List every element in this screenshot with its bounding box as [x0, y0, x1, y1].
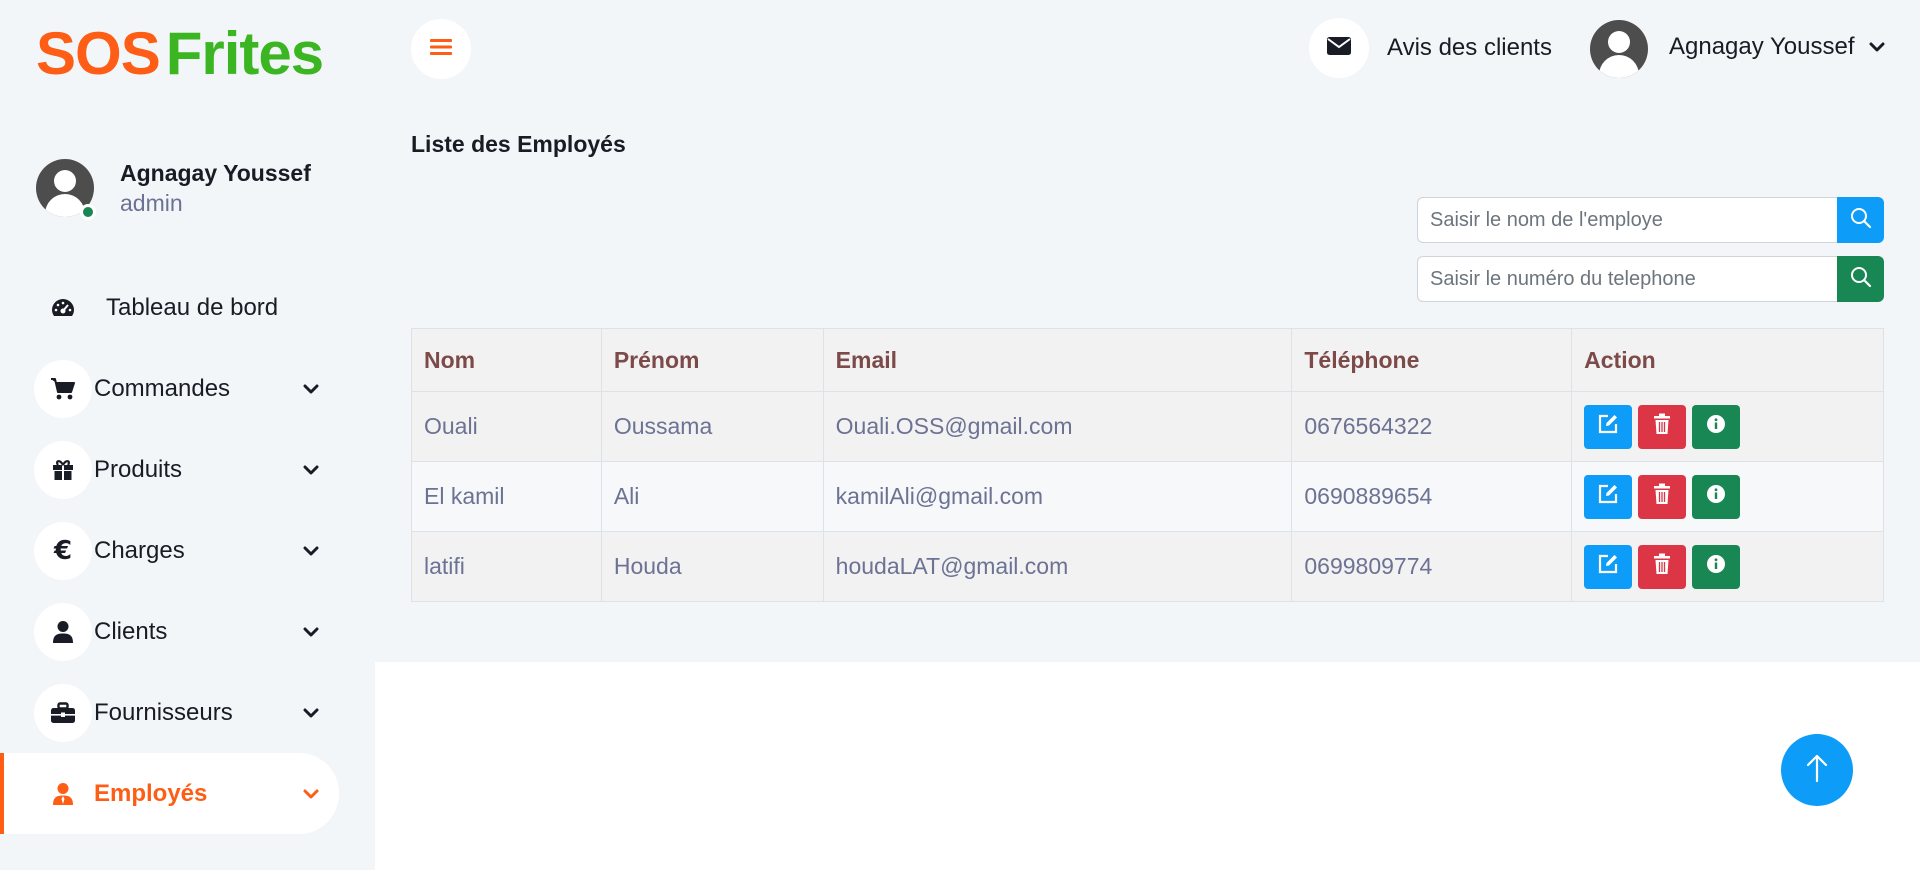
user-menu-name[interactable]: Agnagay Youssef: [1669, 33, 1855, 61]
trash-icon: [1653, 483, 1671, 511]
table-row: latifi Houda houdaLAT@gmail.com 06998097…: [411, 531, 1884, 602]
messages-button[interactable]: [1309, 18, 1369, 78]
cell-prenom: Oussama: [600, 391, 824, 462]
dashboard-icon: [34, 279, 92, 337]
phone-search-input[interactable]: [1417, 256, 1838, 302]
sidebar-item-label: Commandes: [94, 374, 231, 402]
chevron-down-icon: [303, 381, 319, 397]
column-header-action: Action: [1571, 328, 1884, 392]
sidebar-item-label: Employés: [94, 779, 208, 807]
profile-name: Agnagay Youssef: [120, 160, 311, 186]
gift-icon: [34, 440, 92, 499]
envelope-icon: [1326, 36, 1352, 61]
cell-telephone: 0676564322: [1291, 391, 1573, 462]
cell-telephone: 0699809774: [1291, 531, 1573, 602]
column-header-prenom: Prénom: [600, 328, 824, 392]
name-search-group: [1417, 197, 1884, 243]
cell-email: Ouali.OSS@gmail.com: [822, 391, 1293, 462]
info-button[interactable]: [1692, 404, 1741, 449]
chevron-down-icon: [303, 705, 319, 721]
cell-actions: [1571, 531, 1884, 602]
sidebar-item-employes[interactable]: Employés: [0, 753, 339, 834]
name-search-button[interactable]: [1837, 197, 1884, 243]
table-row: El kamil Ali kamilAli@gmail.com 06908896…: [411, 461, 1884, 532]
euro-icon: €: [34, 521, 92, 580]
chevron-down-icon: [303, 543, 319, 559]
briefcase-icon: [34, 683, 92, 742]
search-icon: [1850, 207, 1872, 234]
edit-icon: [1597, 553, 1619, 581]
avatar[interactable]: [1590, 20, 1648, 78]
chevron-down-icon[interactable]: [1869, 40, 1885, 56]
brand-part-1: SOS: [36, 20, 161, 87]
cell-email: houdaLAT@gmail.com: [822, 531, 1293, 602]
trash-icon: [1653, 413, 1671, 441]
sidebar-item-label: Clients: [94, 617, 168, 645]
sidebar-item-label: Fournisseurs: [94, 698, 233, 726]
sidebar: SOS Frites Agnagay Youssef admin Tableau …: [0, 0, 375, 870]
cart-icon: [34, 359, 92, 418]
edit-icon: [1597, 413, 1619, 441]
user-icon: [34, 602, 92, 661]
client-reviews-link[interactable]: Avis des clients: [1387, 34, 1552, 62]
info-button[interactable]: [1692, 544, 1741, 589]
delete-button[interactable]: [1638, 474, 1687, 519]
sidebar-item-tableau-de-bord[interactable]: Tableau de bord: [0, 267, 375, 348]
edit-button[interactable]: [1584, 404, 1633, 449]
edit-button[interactable]: [1584, 474, 1633, 519]
sidebar-toggle-button[interactable]: [411, 19, 471, 79]
phone-search-group: [1417, 256, 1884, 302]
sidebar-item-label: Tableau de bord: [106, 293, 279, 321]
table-header-row: Nom Prénom Email Téléphone Action: [411, 328, 1884, 392]
cell-email: kamilAli@gmail.com: [822, 461, 1293, 532]
cell-prenom: Ali: [600, 461, 824, 532]
table-row: Ouali Oussama Ouali.OSS@gmail.com 067656…: [411, 391, 1884, 462]
profile-role: admin: [120, 190, 183, 216]
edit-icon: [1597, 483, 1619, 511]
sidebar-item-commandes[interactable]: Commandes: [0, 348, 375, 429]
sidebar-profile: Agnagay Youssef admin: [36, 156, 356, 220]
cell-actions: [1571, 391, 1884, 462]
chevron-down-icon: [303, 462, 319, 478]
employees-table: Nom Prénom Email Téléphone Action Ouali …: [411, 328, 1884, 602]
employee-name-search-input[interactable]: [1417, 197, 1838, 243]
info-button[interactable]: [1692, 474, 1741, 519]
chevron-down-icon: [303, 624, 319, 640]
column-header-nom: Nom: [411, 328, 602, 392]
brand-part-2: Frites: [165, 20, 324, 87]
phone-search-button[interactable]: [1837, 256, 1884, 302]
sidebar-item-charges[interactable]: € Charges: [0, 510, 375, 591]
sidebar-item-clients[interactable]: Clients: [0, 591, 375, 672]
arrow-up-icon: [1804, 753, 1830, 788]
info-icon: [1706, 553, 1726, 580]
search-icon: [1850, 266, 1872, 293]
sidebar-item-label: Produits: [94, 455, 183, 483]
cell-nom: El kamil: [411, 461, 602, 532]
hamburger-icon: [430, 38, 452, 61]
cell-nom: Ouali: [411, 391, 602, 462]
page-title: Liste des Employés: [411, 131, 626, 157]
brand-logo[interactable]: SOS Frites: [36, 18, 324, 90]
cell-telephone: 0690889654: [1291, 461, 1573, 532]
trash-icon: [1653, 553, 1671, 581]
cell-nom: latifi: [411, 531, 602, 602]
delete-button[interactable]: [1638, 404, 1687, 449]
online-status-dot: [80, 204, 96, 220]
info-icon: [1706, 413, 1726, 440]
info-icon: [1706, 483, 1726, 510]
cell-actions: [1571, 461, 1884, 532]
employee-icon: [34, 764, 92, 823]
delete-button[interactable]: [1638, 544, 1687, 589]
sidebar-item-fournisseurs[interactable]: Fournisseurs: [0, 672, 375, 753]
sidebar-item-produits[interactable]: Produits: [0, 429, 375, 510]
back-to-top-button[interactable]: [1781, 734, 1853, 806]
column-header-email: Email: [822, 328, 1293, 392]
sidebar-nav: Tableau de bord Commandes Produits € Cha…: [0, 267, 375, 834]
sidebar-item-label: Charges: [94, 536, 185, 564]
chevron-down-icon: [303, 786, 319, 802]
cell-prenom: Houda: [600, 531, 824, 602]
column-header-telephone: Téléphone: [1291, 328, 1573, 392]
edit-button[interactable]: [1584, 544, 1633, 589]
